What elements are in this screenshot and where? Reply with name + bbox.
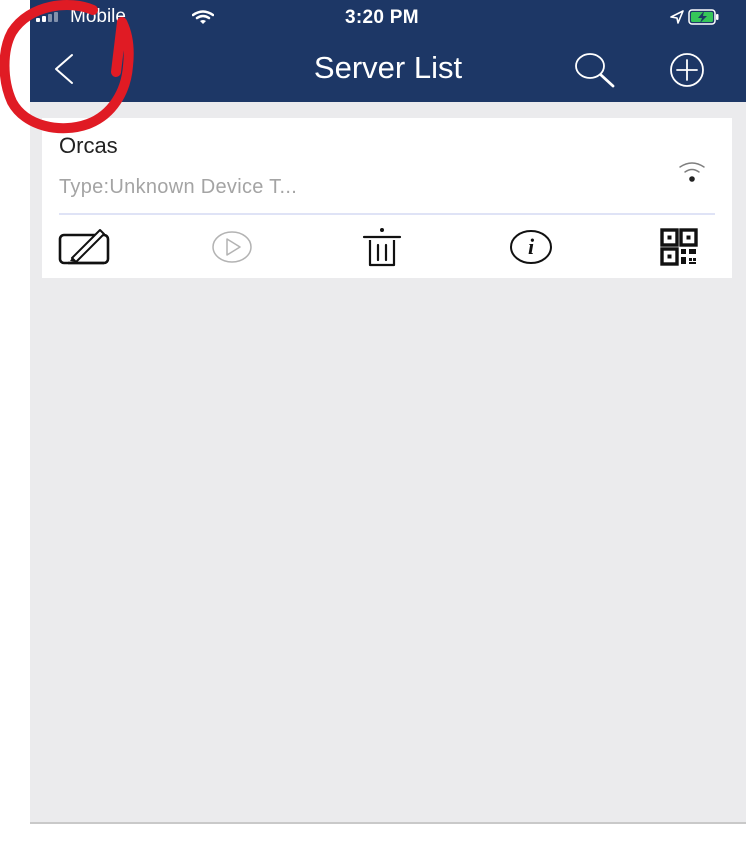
- trash-icon: [362, 228, 402, 267]
- info-button[interactable]: i: [506, 223, 556, 271]
- wifi-icon: [679, 162, 705, 182]
- card-divider: [59, 213, 715, 215]
- server-list-screen: Mobile 3:20 PM Server List Orcas Type:Un…: [30, 0, 746, 822]
- device-type: Type:Unknown Device T...: [59, 176, 298, 198]
- edit-button[interactable]: [54, 223, 114, 271]
- play-icon: [212, 231, 252, 263]
- device-card[interactable]: Orcas Type:Unknown Device T... i: [42, 118, 732, 278]
- carrier-name: Mobile: [70, 6, 126, 27]
- status-time: 3:20 PM: [345, 7, 419, 28]
- add-circle-icon[interactable]: [669, 52, 705, 88]
- location-icon: [670, 10, 684, 24]
- svg-text:i: i: [528, 234, 535, 259]
- wifi-status-icon: [192, 10, 214, 24]
- battery-icon: [688, 9, 719, 25]
- delete-button[interactable]: [360, 223, 404, 271]
- app-header: Mobile 3:20 PM Server List: [30, 0, 746, 102]
- bottom-edge-line: [30, 822, 746, 824]
- play-button[interactable]: [207, 223, 257, 271]
- cell-signal-icon: [36, 12, 58, 22]
- search-icon[interactable]: [573, 50, 617, 90]
- status-bar: Mobile 3:20 PM: [30, 0, 746, 32]
- info-icon: i: [510, 230, 552, 264]
- page-title: Server List: [313, 50, 463, 85]
- device-name: Orcas: [59, 133, 118, 158]
- qr-code-icon: [660, 228, 698, 266]
- edit-icon: [58, 229, 110, 265]
- qr-code-button[interactable]: [652, 223, 706, 271]
